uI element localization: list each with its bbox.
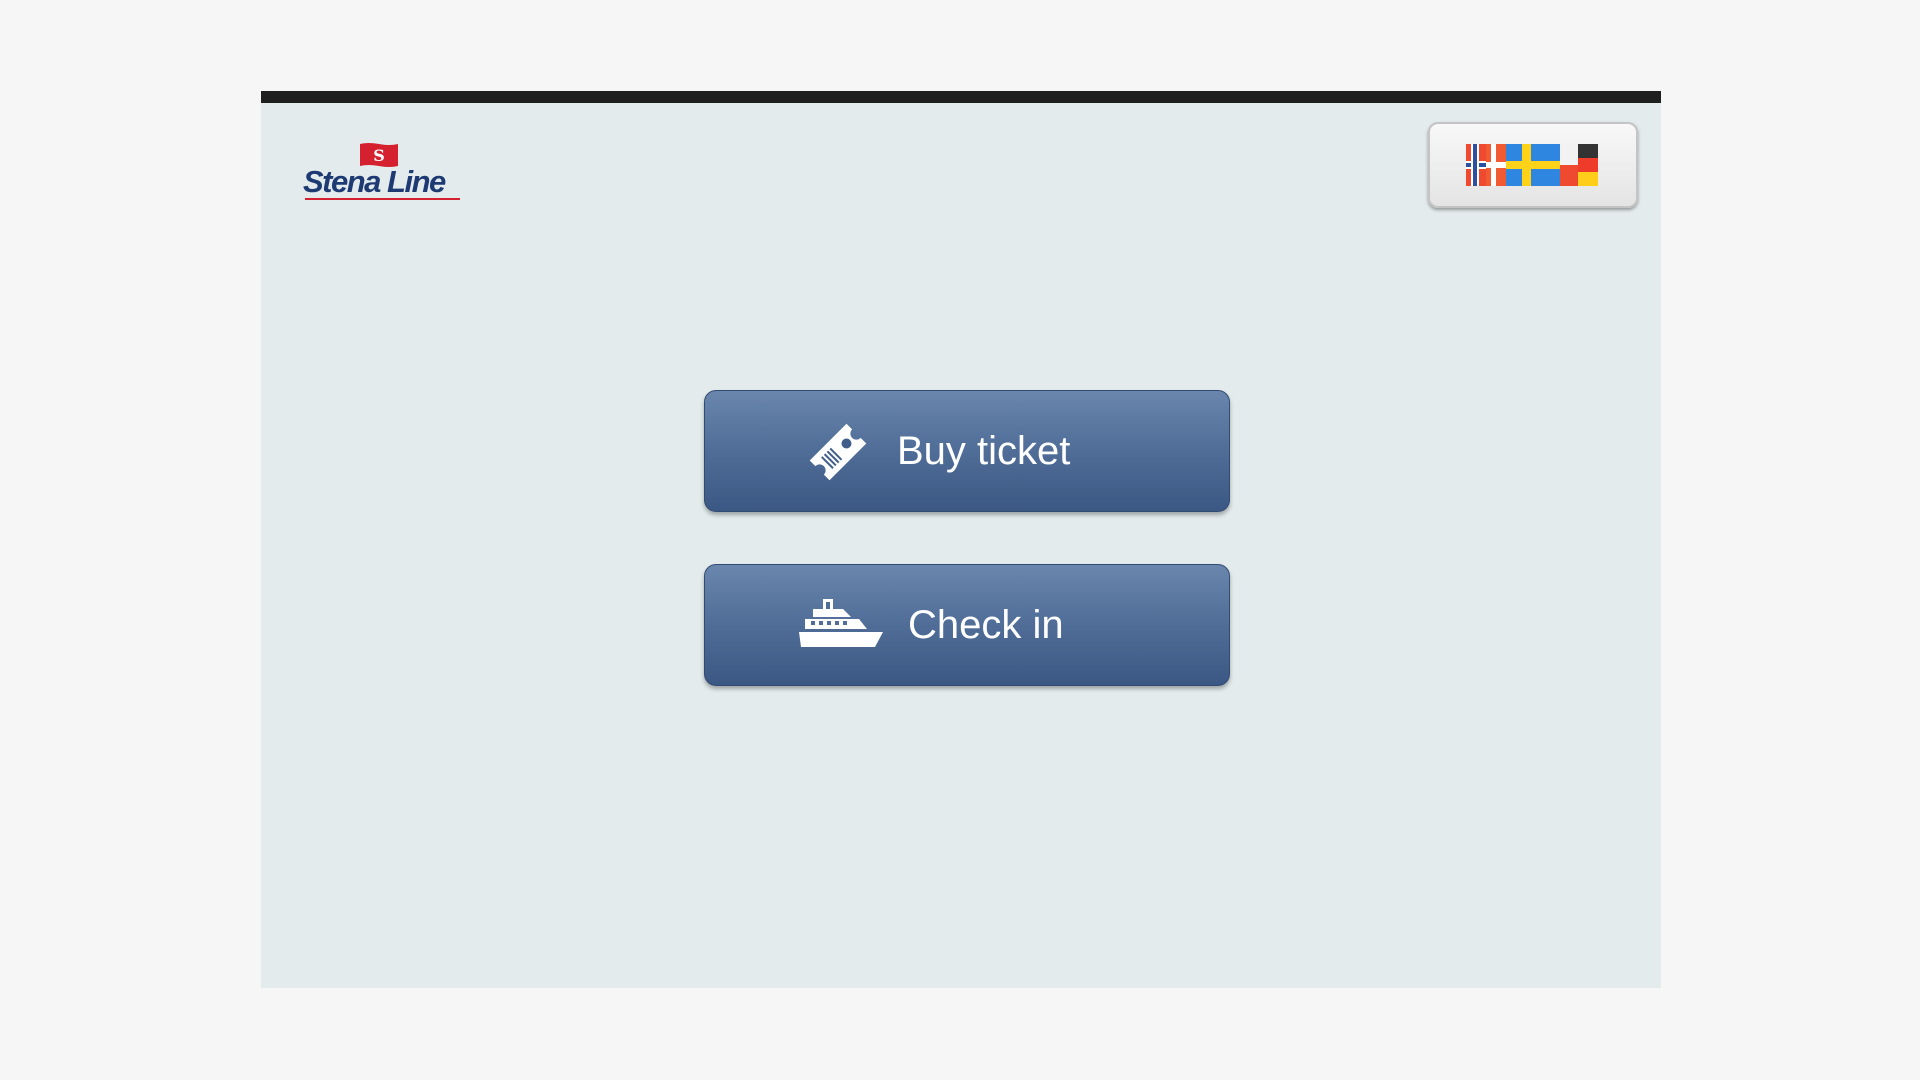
language-selector-button[interactable]: [1428, 122, 1638, 208]
buy-ticket-button[interactable]: Buy ticket: [704, 390, 1230, 512]
ticket-icon: [809, 423, 867, 481]
language-flags-icon: [1466, 144, 1598, 186]
logo-underline: [305, 198, 460, 200]
check-in-label: Check in: [908, 603, 1064, 647]
kiosk-screen: S Stena Line Buy ticket Check in: [261, 91, 1661, 988]
logo-wordmark: Stena Line: [303, 164, 446, 199]
check-in-button[interactable]: Check in: [704, 564, 1230, 686]
ship-icon: [799, 599, 883, 647]
stena-line-logo: S Stena Line: [303, 142, 463, 202]
logo-flag-letter: S: [373, 146, 385, 165]
buy-ticket-label: Buy ticket: [897, 429, 1071, 473]
